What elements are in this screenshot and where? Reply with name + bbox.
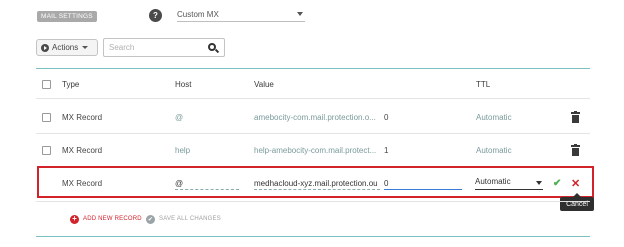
priority-input[interactable] (384, 178, 462, 190)
row-ttl: Automatic (476, 146, 512, 155)
chevron-down-icon (536, 181, 542, 185)
row-type: MX Record (62, 146, 103, 155)
add-new-record-button[interactable]: + ADD NEW RECORD (70, 212, 142, 226)
mx-type-select[interactable]: Custom MX (177, 8, 305, 22)
row-type: MX Record (62, 113, 103, 122)
row-host: @ (175, 113, 184, 122)
ttl-select-value: Automatic (475, 177, 511, 186)
mail-settings-badge: MAIL SETTINGS (37, 11, 97, 22)
table-top-border (36, 68, 590, 69)
row-checkbox[interactable] (42, 113, 51, 122)
add-new-record-label: ADD NEW RECORD (83, 216, 142, 222)
search-icon[interactable] (208, 43, 216, 51)
value-input[interactable] (254, 178, 380, 190)
edit-row-type: MX Record (62, 179, 103, 188)
help-icon[interactable]: ? (149, 9, 162, 22)
row-priority: 0 (384, 113, 389, 122)
trash-icon[interactable] (571, 144, 580, 156)
cancel-tooltip: Cancel (560, 193, 594, 211)
chevron-down-icon (297, 12, 303, 16)
row-host: help (175, 146, 191, 155)
column-header-value: Value (254, 80, 274, 89)
close-icon[interactable]: ✕ (571, 177, 580, 190)
chevron-down-icon (82, 46, 89, 49)
save-all-changes-button[interactable]: ✔ SAVE ALL CHANGES (146, 212, 221, 226)
host-input[interactable] (175, 178, 239, 190)
search-box (103, 38, 225, 57)
divider (36, 98, 590, 99)
trash-icon[interactable] (571, 111, 580, 123)
play-circle-icon (41, 43, 49, 52)
row-value: amebocity-com.mail.protection.o... (254, 113, 376, 122)
table-bottom-border (36, 236, 590, 237)
save-all-changes-label: SAVE ALL CHANGES (159, 216, 221, 222)
divider (36, 133, 590, 134)
column-header-type: Type (62, 80, 80, 89)
row-ttl: Automatic (476, 113, 512, 122)
row-checkbox[interactable] (42, 146, 51, 155)
confirm-check-icon[interactable]: ✔ (553, 178, 561, 189)
select-all-checkbox[interactable] (42, 80, 51, 89)
row-priority: 1 (384, 146, 389, 155)
check-circle-icon: ✔ (146, 214, 155, 224)
actions-label: Actions (52, 43, 79, 52)
ttl-select[interactable]: Automatic (475, 177, 543, 190)
mx-type-select-value: Custom MX (177, 10, 219, 19)
column-header-host: Host (175, 80, 192, 89)
column-header-ttl: TTL (476, 80, 491, 89)
divider (36, 201, 590, 202)
plus-icon: + (70, 214, 79, 224)
row-value: help-amebocity-com.mail.protect... (254, 146, 377, 155)
actions-button[interactable]: Actions (36, 39, 98, 56)
search-input[interactable] (104, 39, 204, 56)
